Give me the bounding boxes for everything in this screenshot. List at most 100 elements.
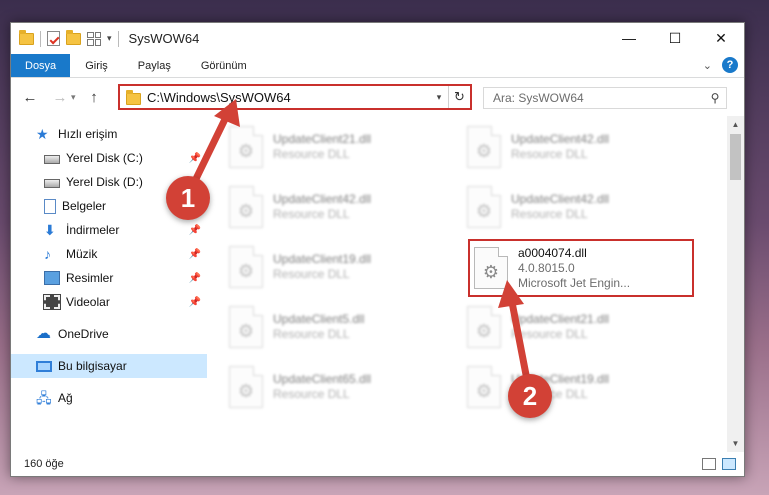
dll-file-icon: ⚙ (229, 186, 263, 228)
expand-ribbon-chevron-icon[interactable]: ⌄ (703, 59, 712, 72)
search-input[interactable]: Ara: SysWOW64 (493, 91, 704, 105)
dll-file-icon: ⚙ (467, 186, 501, 228)
tab-view[interactable]: Görünüm (186, 54, 262, 77)
file-description: Microsoft Jet Engin... (518, 275, 631, 290)
sidebar-item-label: Bu bilgisayar (58, 359, 127, 373)
dll-file-icon: ⚙ (229, 126, 263, 168)
sidebar-item-this-pc[interactable]: Bu bilgisayar (11, 354, 207, 378)
recent-locations-chevron-icon[interactable]: ▾ (71, 92, 83, 103)
sidebar-item-label: OneDrive (58, 327, 109, 341)
annotation-step-2: 2 (508, 374, 552, 418)
file-tile[interactable]: ⚙ UpdateClient42.dll Resource DLL (459, 120, 679, 174)
scroll-down-arrow-icon[interactable]: ▼ (727, 435, 744, 452)
sidebar-item-label: Ağ (58, 391, 73, 405)
quick-access-toolbar: ▾ (11, 29, 119, 47)
tab-share[interactable]: Paylaş (123, 54, 186, 77)
dll-file-icon: ⚙ (229, 246, 263, 288)
dll-file-icon: ⚙ (474, 247, 508, 289)
file-tile[interactable]: ⚙ UpdateClient19.dllResource DLL (221, 240, 441, 294)
toolbar-separator (40, 30, 41, 47)
details-view-icon[interactable] (702, 458, 716, 470)
pin-icon: 📌 (188, 248, 201, 260)
customize-toolbar-chevron-icon[interactable]: ▾ (107, 33, 112, 44)
sidebar-item-quick-access[interactable]: ★ Hızlı erişim (11, 122, 207, 146)
dll-file-icon: ⚙ (467, 366, 501, 408)
pin-icon: 📌 (188, 152, 201, 164)
dll-file-icon: ⚙ (229, 366, 263, 408)
drive-icon (44, 179, 60, 188)
large-icons-view-icon[interactable] (722, 458, 736, 470)
toolbar-separator (117, 30, 119, 47)
download-icon: ⬇ (44, 222, 56, 238)
highlighted-file-tile[interactable]: ⚙ a0004074.dll 4.0.8015.0 Microsoft Jet … (468, 239, 694, 297)
navigation-pane: ★ Hızlı erişim Yerel Disk (C:) 📌 Yerel D… (11, 116, 207, 452)
videos-icon (43, 294, 61, 310)
file-tile[interactable]: ⚙ UpdateClient65.dll Resource DLL (221, 360, 441, 414)
properties-icon[interactable] (47, 31, 60, 46)
navigation-bar: ← → ▾ ↑ C:\Windows\SysWOW64 ▾ ↻ Ara: Sys… (11, 78, 744, 116)
sidebar-item-network[interactable]: 🖧 Ağ (11, 386, 207, 410)
address-dropdown-chevron-icon[interactable]: ▾ (430, 92, 448, 103)
scroll-up-arrow-icon[interactable]: ▲ (727, 116, 744, 133)
sidebar-item-label: Hızlı erişim (58, 127, 118, 141)
pictures-icon (44, 271, 60, 285)
sidebar-item-label: İndirmeler (66, 223, 120, 237)
sidebar-item-local-disk-c[interactable]: Yerel Disk (C:) 📌 (11, 146, 207, 170)
tab-home[interactable]: Giriş (70, 54, 123, 77)
back-arrow-icon[interactable]: ← (19, 89, 41, 106)
music-icon: ♪ (44, 246, 51, 262)
sidebar-item-label: Resimler (66, 271, 114, 285)
item-count: 160 öğe (24, 458, 64, 470)
sidebar-item-label: Müzik (66, 247, 98, 261)
sidebar-item-label: Yerel Disk (C:) (66, 151, 143, 165)
status-bar: 160 öğe (11, 452, 744, 476)
folder-icon (126, 89, 141, 105)
view-icon[interactable] (87, 31, 101, 46)
search-box[interactable]: Ara: SysWOW64 ⚲ (483, 87, 727, 109)
refresh-button[interactable]: ↻ (448, 86, 470, 108)
address-bar[interactable]: C:\Windows\SysWOW64 ▾ ↻ (118, 84, 472, 110)
file-tile[interactable]: ⚙ UpdateClient21.dll Resource DLL (221, 120, 441, 174)
tab-file[interactable]: Dosya (11, 54, 71, 77)
star-icon: ★ (36, 126, 49, 142)
sidebar-item-onedrive[interactable]: ☁ OneDrive (11, 322, 207, 346)
content-area: ★ Hızlı erişim Yerel Disk (C:) 📌 Yerel D… (11, 116, 744, 452)
title-bar: ▾ SysWOW64 — ☐ ✕ (11, 23, 744, 54)
file-tile[interactable]: ⚙ UpdateClient5.dll Resource DLL (221, 300, 441, 354)
cloud-icon: ☁ (36, 325, 51, 342)
pin-icon: 📌 (188, 224, 201, 236)
sidebar-item-videos[interactable]: Videolar 📌 (11, 290, 207, 314)
new-folder-icon[interactable] (66, 29, 81, 45)
file-version: 4.0.8015.0 (518, 260, 575, 275)
documents-icon (44, 198, 56, 214)
folder-icon[interactable] (19, 29, 34, 45)
annotation-step-1: 1 (166, 176, 210, 220)
vertical-scrollbar[interactable]: ▲ ▼ (727, 116, 744, 452)
address-path[interactable]: C:\Windows\SysWOW64 (147, 90, 430, 105)
pin-icon: 📌 (188, 296, 201, 308)
pin-icon: 📌 (188, 272, 201, 284)
close-button[interactable]: ✕ (698, 23, 744, 53)
search-icon[interactable]: ⚲ (704, 91, 726, 105)
sidebar-item-label: Belgeler (62, 199, 107, 213)
file-list: ⚙ UpdateClient21.dll Resource DLL ⚙ Updat… (207, 116, 744, 452)
sidebar-item-label: Yerel Disk (D:) (66, 175, 143, 189)
minimize-button[interactable]: — (606, 23, 652, 53)
forward-arrow-icon[interactable]: → (49, 89, 71, 106)
pc-icon (36, 360, 52, 372)
file-tile[interactable]: ⚙ UpdateClient21.dll Resource DLL (459, 300, 679, 354)
file-tile[interactable]: ⚙ UpdateClient42.dll Resource DLL (221, 180, 441, 234)
sidebar-item-label: Videolar (66, 295, 110, 309)
window-title: SysWOW64 (128, 31, 200, 46)
dll-file-icon: ⚙ (229, 306, 263, 348)
scrollbar-thumb[interactable] (730, 134, 741, 180)
up-arrow-icon[interactable]: ↑ (83, 89, 105, 106)
sidebar-item-music[interactable]: ♪ Müzik 📌 (11, 242, 207, 266)
help-button[interactable]: ? (722, 57, 738, 73)
sidebar-item-downloads[interactable]: ⬇ İndirmeler 📌 (11, 218, 207, 242)
file-tile[interactable]: ⚙ UpdateClient42.dll Resource DLL (459, 180, 679, 234)
maximize-button[interactable]: ☐ (652, 23, 698, 53)
file-tile[interactable]: ⚙ UpdateClient19.dllResource DLL (459, 360, 679, 414)
drive-icon (44, 155, 60, 164)
sidebar-item-pictures[interactable]: Resimler 📌 (11, 266, 207, 290)
